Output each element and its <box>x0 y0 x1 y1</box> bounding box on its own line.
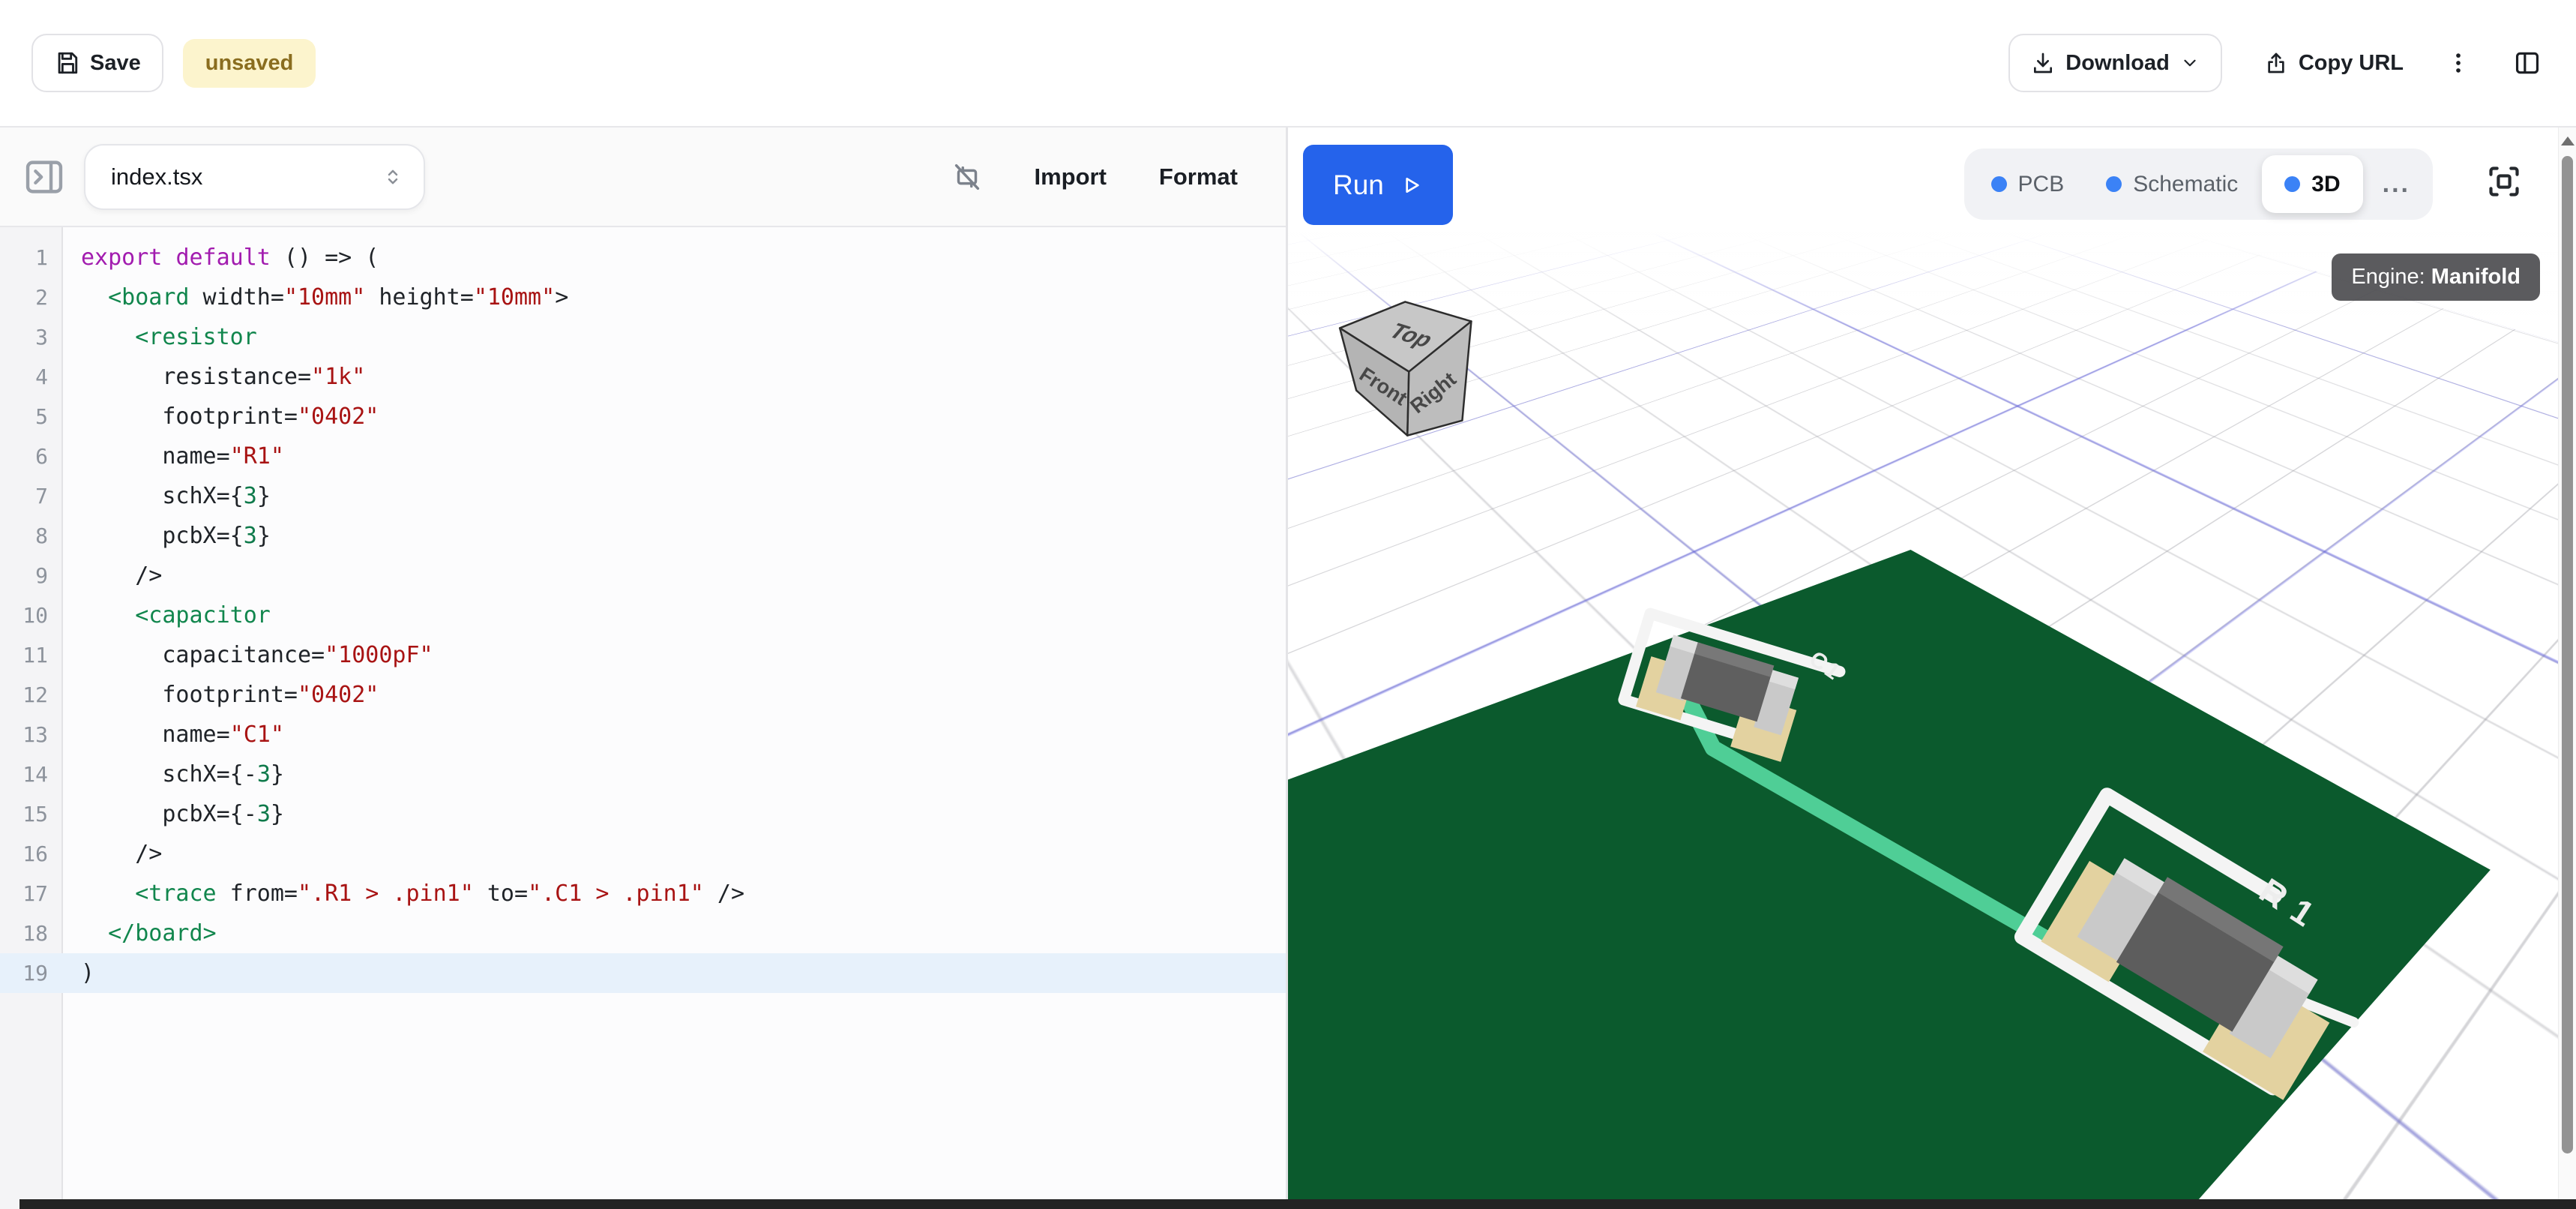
line-number: 9 <box>0 563 63 588</box>
download-button[interactable]: Download <box>2008 34 2222 92</box>
engine-value: Manifold <box>2431 265 2521 289</box>
line-number: 13 <box>0 722 63 747</box>
code-line[interactable]: 2 <board width="10mm" height="10mm"> <box>0 278 1286 317</box>
tab-label: 3D <box>2311 172 2340 197</box>
scrollbar-up-arrow-icon[interactable] <box>2561 136 2575 146</box>
fullscreen-button[interactable] <box>2483 160 2525 202</box>
engine-status-badge: Engine: Manifold <box>2332 254 2540 301</box>
chip-slash-icon <box>950 160 984 194</box>
copy-url-label: Copy URL <box>2299 51 2404 76</box>
more-views-button[interactable]: ... <box>2366 170 2427 199</box>
sidebar-expand-button[interactable] <box>21 154 67 200</box>
code-area[interactable]: 1export default () => (2 <board width="1… <box>0 227 1286 1209</box>
code-line[interactable]: 8 pcbX={3} <box>0 516 1286 556</box>
format-button[interactable]: Format <box>1159 164 1238 190</box>
layout-panel-toggle-button[interactable] <box>2513 49 2542 77</box>
unsaved-status-badge: unsaved <box>183 39 316 88</box>
code-editor-panel: index.tsx Import Format <box>0 128 1288 1209</box>
code-line[interactable]: 14 schX={-3} <box>0 754 1286 794</box>
code-line[interactable]: 18 </board> <box>0 914 1286 953</box>
code-lines: 1export default () => (2 <board width="1… <box>0 227 1286 993</box>
snippet-disabled-button[interactable] <box>950 160 984 194</box>
code-line[interactable]: 11 capacitance="1000pF" <box>0 635 1286 675</box>
kebab-menu-icon <box>2446 50 2471 76</box>
tab-dot-icon <box>2284 176 2300 192</box>
code-line[interactable]: 7 schX={3} <box>0 476 1286 516</box>
line-number: 2 <box>0 285 63 310</box>
preview-panel-3d[interactable]: C1 R1 <box>1288 128 2558 1209</box>
download-icon <box>2031 51 2055 75</box>
editor-header: index.tsx Import Format <box>0 128 1286 227</box>
view-tabs: PCB Schematic 3D <box>1970 148 2366 220</box>
code-line[interactable]: 5 footprint="0402" <box>0 397 1286 436</box>
tab-label: PCB <box>2018 172 2065 197</box>
panel-layout-icon <box>2513 49 2542 77</box>
copy-url-button[interactable]: Copy URL <box>2264 51 2404 76</box>
download-button-label: Download <box>2065 51 2170 76</box>
chevron-down-icon <box>2180 53 2200 73</box>
kebab-menu-button[interactable] <box>2446 50 2471 76</box>
share-icon <box>2264 51 2288 75</box>
run-button-label: Run <box>1333 170 1384 201</box>
line-number: 11 <box>0 643 63 668</box>
view-tab-group: PCB Schematic 3D ... <box>1964 148 2433 220</box>
line-number: 3 <box>0 325 63 350</box>
code-line[interactable]: 9 /> <box>0 556 1286 596</box>
code-line[interactable]: 19) <box>0 953 1286 993</box>
code-line[interactable]: 16 /> <box>0 834 1286 874</box>
line-number: 12 <box>0 682 63 707</box>
line-number: 15 <box>0 802 63 826</box>
code-line[interactable]: 4 resistance="1k" <box>0 357 1286 397</box>
tab-dot-icon <box>2106 176 2122 192</box>
line-number: 14 <box>0 762 63 787</box>
code-line[interactable]: 15 pcbX={-3} <box>0 794 1286 834</box>
fullscreen-icon <box>2483 160 2525 202</box>
file-selector-dropdown[interactable]: index.tsx <box>84 144 425 210</box>
top-toolbar: Save unsaved Download <box>0 0 2576 128</box>
tab-3d[interactable]: 3D <box>2262 155 2362 213</box>
line-number: 19 <box>0 961 63 986</box>
save-button-label: Save <box>90 51 141 76</box>
pcb-board <box>1288 550 2491 1209</box>
play-icon <box>1399 173 1423 197</box>
current-file-name: index.tsx <box>111 164 202 190</box>
save-button[interactable]: Save <box>31 34 163 92</box>
line-number: 8 <box>0 524 63 548</box>
code-line[interactable]: 1export default () => ( <box>0 238 1286 278</box>
tab-pcb[interactable]: PCB <box>1970 148 2086 220</box>
code-line[interactable]: 10 <capacitor <box>0 596 1286 635</box>
line-number: 10 <box>0 603 63 628</box>
line-number: 1 <box>0 245 63 270</box>
tab-dot-icon <box>1991 176 2007 192</box>
select-updown-icon <box>382 166 404 188</box>
page-scrollbar[interactable] <box>2558 128 2576 1209</box>
line-number: 6 <box>0 444 63 469</box>
save-floppy-icon <box>54 50 79 76</box>
scrollbar-thumb[interactable] <box>2562 156 2573 1154</box>
bottom-window-edge <box>19 1199 2576 1209</box>
line-number: 17 <box>0 881 63 906</box>
engine-label: Engine: <box>2351 265 2425 289</box>
code-line[interactable]: 3 <resistor <box>0 317 1286 357</box>
code-line[interactable]: 6 name="R1" <box>0 436 1286 476</box>
orientation-cube[interactable]: Top Front Right <box>1340 302 1471 435</box>
code-line[interactable]: 12 footprint="0402" <box>0 675 1286 715</box>
code-line[interactable]: 17 <trace from=".R1 > .pin1" to=".C1 > .… <box>0 874 1286 914</box>
app-window: Save unsaved Download <box>0 0 2576 1209</box>
tab-schematic[interactable]: Schematic <box>2085 148 2259 220</box>
line-number: 16 <box>0 842 63 866</box>
line-number: 18 <box>0 921 63 946</box>
line-number: 5 <box>0 404 63 429</box>
panel-open-icon <box>21 154 67 200</box>
line-number: 4 <box>0 364 63 389</box>
code-line[interactable]: 13 name="C1" <box>0 715 1286 754</box>
import-button[interactable]: Import <box>1034 164 1106 190</box>
tab-label: Schematic <box>2133 172 2238 197</box>
run-button[interactable]: Run <box>1303 145 1453 225</box>
line-number: 7 <box>0 484 63 508</box>
